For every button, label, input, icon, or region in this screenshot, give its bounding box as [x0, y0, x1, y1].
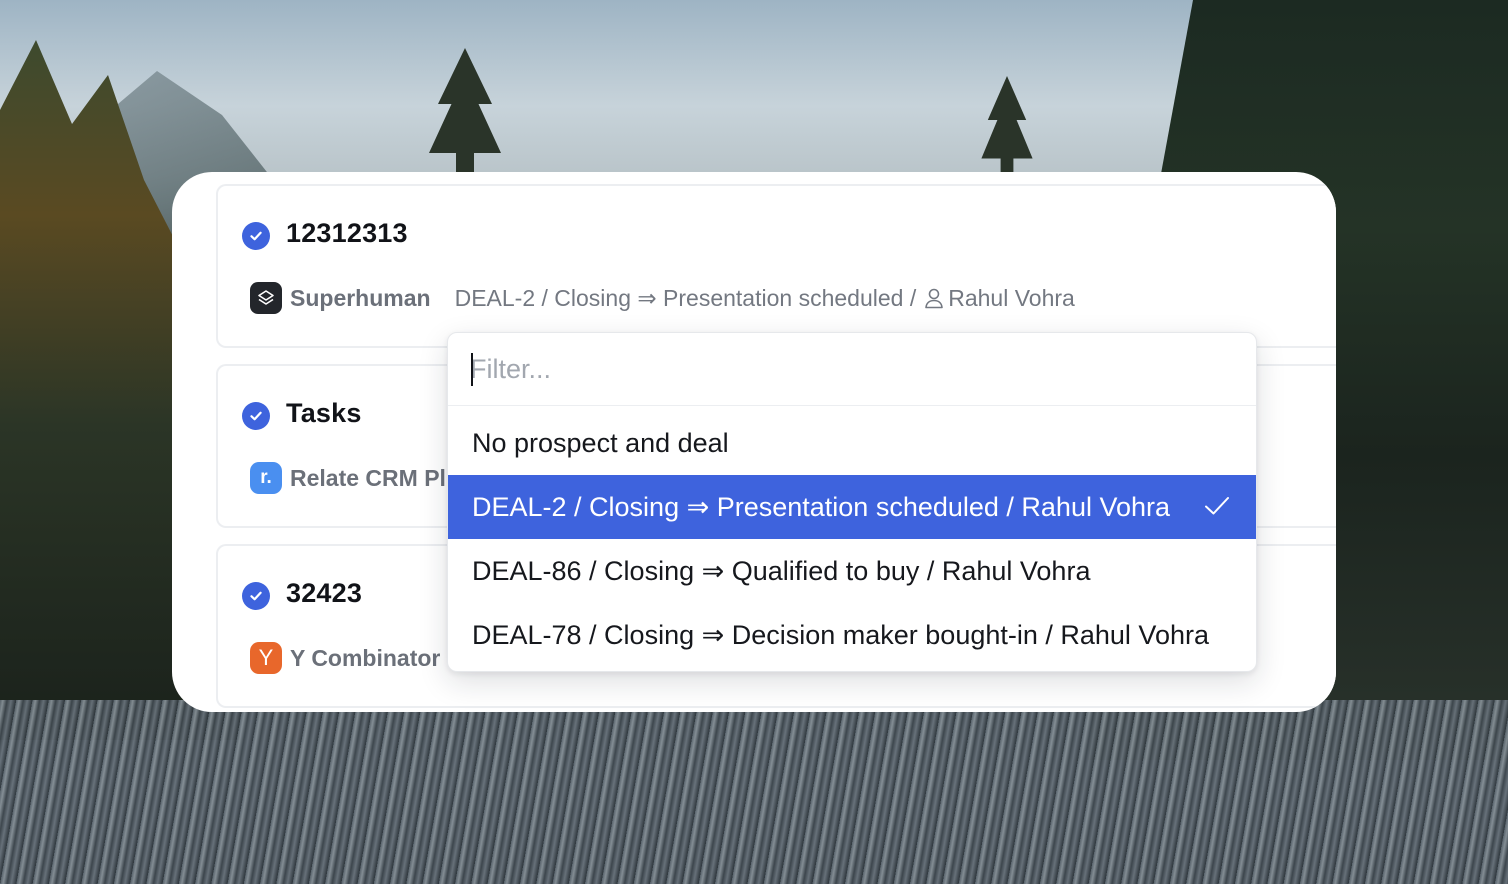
check-circle-icon[interactable]	[242, 222, 270, 250]
deal-dropdown: No prospect and deal DEAL-2 / Closing ⇒ …	[447, 332, 1257, 672]
task-meta: r. Relate CRM Pl	[250, 462, 446, 494]
filter-container	[448, 333, 1256, 406]
company-name[interactable]: Y Combinator	[290, 645, 440, 672]
company-name[interactable]: Superhuman	[290, 285, 431, 312]
checkmark-icon	[1204, 495, 1230, 517]
background-river	[0, 700, 1508, 884]
dropdown-option-selected[interactable]: DEAL-2 / Closing ⇒ Presentation schedule…	[448, 475, 1256, 539]
deal-path-text: DEAL-2 / Closing ⇒ Presentation schedule…	[454, 284, 917, 311]
task-title: 32423	[286, 578, 363, 608]
deal-owner: Rahul Vohra	[948, 284, 1075, 311]
filter-input[interactable]	[470, 349, 1230, 389]
option-label: No prospect and deal	[472, 427, 729, 458]
option-label: DEAL-78 / Closing ⇒ Decision maker bough…	[472, 619, 1209, 650]
task-title: 12312313	[286, 218, 408, 248]
background-tree	[981, 76, 1033, 186]
relate-logo-icon: r.	[250, 462, 282, 494]
task-row[interactable]: 12312313 Superhuman DEAL-2 / Closing ⇒ P…	[216, 184, 1336, 348]
task-meta: Y Y Combinator	[250, 642, 440, 674]
dropdown-option[interactable]: No prospect and deal	[448, 411, 1256, 475]
option-label: DEAL-86 / Closing ⇒ Qualified to buy / R…	[472, 555, 1091, 586]
desktop-background: 12312313 Superhuman DEAL-2 / Closing ⇒ P…	[0, 0, 1508, 884]
check-circle-icon[interactable]	[242, 582, 270, 610]
background-tree	[429, 48, 501, 188]
dropdown-option[interactable]: DEAL-86 / Closing ⇒ Qualified to buy / R…	[448, 539, 1256, 603]
company-name[interactable]: Relate CRM Pl	[290, 465, 446, 492]
option-label: DEAL-2 / Closing ⇒ Presentation schedule…	[472, 491, 1171, 522]
ycombinator-logo-icon: Y	[250, 642, 282, 674]
text-caret	[471, 353, 473, 386]
superhuman-logo-icon	[250, 282, 282, 314]
dropdown-option[interactable]: DEAL-78 / Closing ⇒ Decision maker bough…	[448, 603, 1256, 667]
person-icon	[924, 287, 944, 309]
task-title: Tasks	[286, 398, 362, 428]
check-circle-icon[interactable]	[242, 402, 270, 430]
deal-selector[interactable]: DEAL-2 / Closing ⇒ Presentation schedule…	[455, 285, 1075, 312]
task-meta: Superhuman DEAL-2 / Closing ⇒ Presentati…	[250, 282, 1075, 314]
